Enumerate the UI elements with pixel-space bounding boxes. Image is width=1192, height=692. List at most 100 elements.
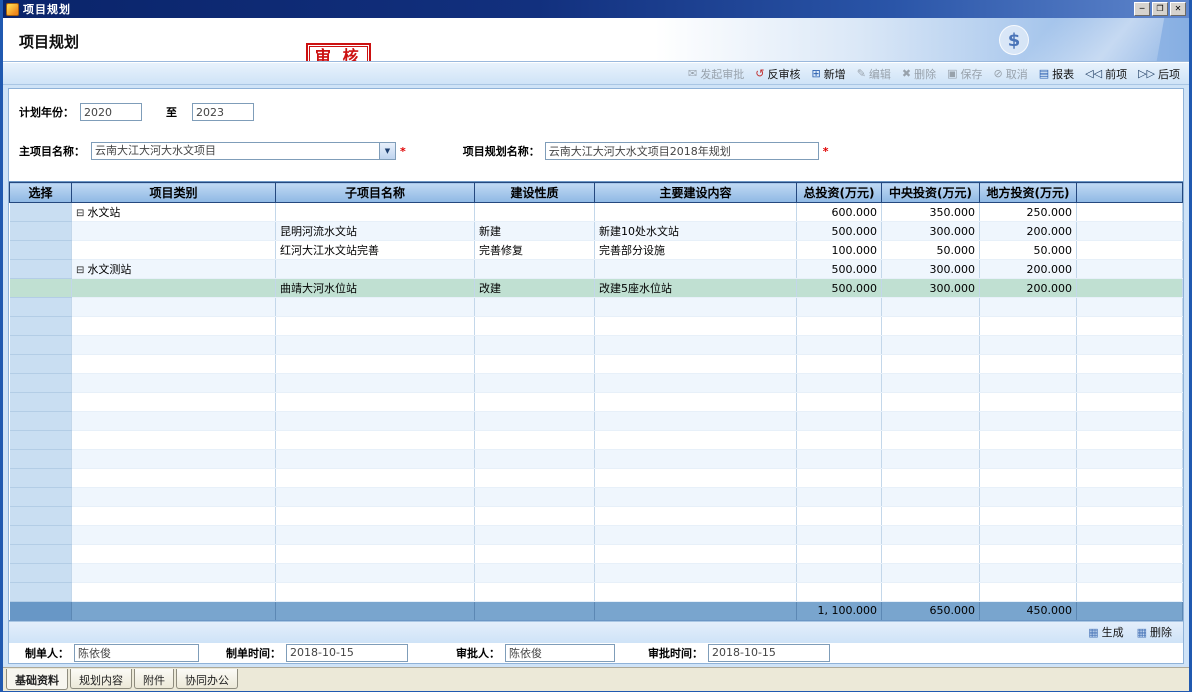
- approve-time-group: 审批时间：: [648, 644, 830, 662]
- cell-content: [595, 488, 797, 507]
- column-header-central[interactable]: 中央投资(万元): [882, 183, 980, 203]
- cell-local: [980, 374, 1077, 393]
- creator-input[interactable]: [74, 644, 199, 662]
- tab-attachment[interactable]: 附件: [134, 669, 174, 689]
- cell-sub: [276, 507, 475, 526]
- table-row[interactable]: [10, 545, 1183, 564]
- plan-year-from-input[interactable]: [80, 103, 142, 121]
- cell-category: [72, 469, 276, 488]
- cell-sub: [276, 583, 475, 602]
- remove-row-icon: ▦: [1137, 627, 1147, 638]
- table-row[interactable]: [10, 374, 1183, 393]
- tab-collaboration[interactable]: 协同办公: [176, 669, 238, 689]
- generate-button[interactable]: ▦ 生成: [1088, 624, 1123, 640]
- cell-nature: [475, 450, 595, 469]
- minimize-button[interactable]: ─: [1134, 2, 1150, 16]
- tab-basic-info[interactable]: 基础资料: [6, 669, 68, 690]
- plan-name-input[interactable]: [545, 142, 819, 160]
- column-header-select[interactable]: 选择: [10, 183, 72, 203]
- audit-stamp: 审 核: [306, 43, 371, 62]
- collapse-icon[interactable]: ⊟: [76, 208, 84, 219]
- cell-content: 改建5座水位站: [595, 279, 797, 298]
- cell-sub: [276, 526, 475, 545]
- cell-select: [10, 393, 72, 412]
- main-area: 计划年份： 至 主项目名称： 云南大江大河大水文项目 ▼ * 项目规划名称： *: [3, 85, 1189, 667]
- delete-button[interactable]: ✖删除: [902, 66, 936, 82]
- cell-content: [595, 412, 797, 431]
- cell-local: [980, 317, 1077, 336]
- main-project-value: 云南大江大河大水文项目: [92, 143, 379, 159]
- cancel-button-label: 取消: [1006, 66, 1028, 82]
- edit-button[interactable]: ✎编辑: [857, 66, 891, 82]
- table-row[interactable]: [10, 393, 1183, 412]
- table-row-selected[interactable]: 曲靖大河水位站改建改建5座水位站500.000300.000200.000: [10, 279, 1183, 298]
- table-row[interactable]: [10, 488, 1183, 507]
- maximize-button[interactable]: ❐: [1152, 2, 1168, 16]
- cell-extra: [1077, 374, 1183, 393]
- dropdown-arrow-icon[interactable]: ▼: [379, 143, 395, 159]
- table-row[interactable]: [10, 412, 1183, 431]
- column-header-category[interactable]: 项目类别: [72, 183, 276, 203]
- table-row[interactable]: [10, 526, 1183, 545]
- approve-time-input[interactable]: [708, 644, 830, 662]
- cell-select: [10, 469, 72, 488]
- cell-category: [72, 279, 276, 298]
- table-row[interactable]: [10, 469, 1183, 488]
- cell-total: [797, 374, 882, 393]
- cell-total: [797, 583, 882, 602]
- table-row[interactable]: 红河大江水文站完善完善修复完善部分设施100.00050.00050.000: [10, 241, 1183, 260]
- close-button[interactable]: ✕: [1170, 2, 1186, 16]
- main-project-label: 主项目名称：: [19, 143, 85, 159]
- table-row[interactable]: [10, 355, 1183, 374]
- table-row[interactable]: [10, 336, 1183, 355]
- table-row[interactable]: [10, 450, 1183, 469]
- cell-local: [980, 450, 1077, 469]
- table-row[interactable]: [10, 583, 1183, 602]
- cell-local: 50.000: [980, 241, 1077, 260]
- table-row[interactable]: ⊟水文站600.000350.000250.000: [10, 203, 1183, 222]
- save-button[interactable]: ▣保存: [947, 66, 982, 82]
- next-item-button[interactable]: ▷▷后项: [1138, 66, 1180, 82]
- column-header-total[interactable]: 总投资(万元): [797, 183, 882, 203]
- column-header-nature[interactable]: 建设性质: [475, 183, 595, 203]
- create-time-input[interactable]: [286, 644, 408, 662]
- table-row[interactable]: [10, 431, 1183, 450]
- main-project-dropdown[interactable]: 云南大江大河大水文项目 ▼: [91, 142, 396, 160]
- column-header-sub[interactable]: 子项目名称: [276, 183, 475, 203]
- app-icon: [6, 3, 19, 16]
- plan-year-to-input[interactable]: [192, 103, 254, 121]
- cell-extra: [1077, 545, 1183, 564]
- table-row[interactable]: ⊟水文测站500.000300.000200.000: [10, 260, 1183, 279]
- cell-local: [980, 507, 1077, 526]
- table-row[interactable]: [10, 298, 1183, 317]
- table-row[interactable]: [10, 564, 1183, 583]
- cell-central: [882, 469, 980, 488]
- cell-central: [882, 355, 980, 374]
- reverse-audit-button[interactable]: ↺反审核: [755, 66, 800, 82]
- report-button[interactable]: ▤报表: [1039, 66, 1074, 82]
- creator-group: 制单人：: [25, 644, 199, 662]
- cell-category: [72, 393, 276, 412]
- column-header-content[interactable]: 主要建设内容: [595, 183, 797, 203]
- remove-row-button[interactable]: ▦ 删除: [1137, 624, 1172, 640]
- column-header-local[interactable]: 地方投资(万元): [980, 183, 1077, 203]
- cell-sub: [276, 431, 475, 450]
- cancel-button[interactable]: ⊘取消: [994, 66, 1028, 82]
- column-header-extra[interactable]: [1077, 183, 1183, 203]
- tab-plan-content[interactable]: 规划内容: [70, 669, 132, 689]
- table-row[interactable]: [10, 317, 1183, 336]
- cell-nature: [475, 317, 595, 336]
- collapse-icon[interactable]: ⊟: [76, 265, 84, 276]
- table-row[interactable]: [10, 507, 1183, 526]
- prev-item-button[interactable]: ◁◁前项: [1085, 66, 1127, 82]
- approver-input[interactable]: [505, 644, 615, 662]
- cell-extra: [1077, 469, 1183, 488]
- cell-nature: [475, 298, 595, 317]
- cell-category: [72, 222, 276, 241]
- cell-total: 500.000: [797, 279, 882, 298]
- add-new-button[interactable]: ⊞新增: [811, 66, 845, 82]
- initiate-approval-button[interactable]: ✉发起审批: [688, 66, 744, 82]
- table-row[interactable]: 昆明河流水文站新建新建10处水文站500.000300.000200.000: [10, 222, 1183, 241]
- cell-select: [10, 412, 72, 431]
- cell-total: 100.000: [797, 241, 882, 260]
